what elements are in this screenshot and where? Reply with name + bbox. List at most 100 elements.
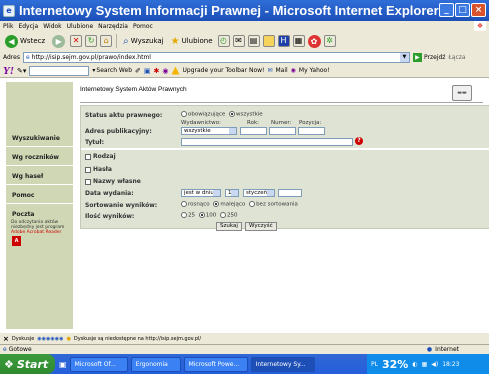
date-month-select[interactable]: styczeń: [243, 189, 275, 197]
menu-widok[interactable]: Widok: [43, 23, 61, 30]
title-label: Tytuł:: [85, 139, 105, 146]
yahoo-mail-button[interactable]: Mail: [275, 67, 287, 74]
yahoo-search-web-button[interactable]: ▾ Search Web: [92, 67, 132, 74]
date-year-input[interactable]: [278, 189, 302, 197]
menu-narzedzia[interactable]: Narzędzia: [98, 23, 128, 30]
stop-icon[interactable]: ✕: [70, 35, 83, 47]
task-ergonomia[interactable]: Ergonomia: [130, 356, 181, 372]
sidebar-item-wyszukiwanie[interactable]: Wyszukiwanie: [6, 129, 73, 147]
start-button[interactable]: ❖ Start: [0, 354, 55, 374]
publisher-select[interactable]: wszystkie: [181, 127, 237, 135]
date-mode-select[interactable]: jest w dniu: [181, 189, 221, 197]
forward-button[interactable]: ▶: [50, 33, 67, 49]
refresh-icon[interactable]: ↻: [85, 35, 98, 47]
menu-ulubione[interactable]: Ulubione: [67, 23, 94, 30]
title-input[interactable]: [181, 138, 353, 146]
sort-option-label: bez sortowania: [256, 201, 298, 208]
links-label[interactable]: Łącza: [448, 54, 465, 61]
close-icon[interactable]: ×: [3, 335, 9, 343]
sort-radio-malejaco[interactable]: [213, 201, 220, 207]
acrobat-link[interactable]: Adobe Acrobat Reader: [11, 230, 61, 235]
back-arrow-icon: ◀: [5, 34, 18, 48]
maximize-button[interactable]: □: [455, 3, 470, 17]
status-radio-obowiazujace[interactable]: [181, 111, 187, 117]
home-icon[interactable]: ⌂: [100, 35, 113, 47]
discussion-label[interactable]: Dyskusje: [12, 336, 34, 342]
volume-icon[interactable]: ◀): [431, 361, 438, 368]
count-radio-250[interactable]: [220, 212, 226, 218]
menu-edycja[interactable]: Edycja: [18, 23, 38, 30]
sidebar-item-wg-hasel[interactable]: Wg haseł: [6, 167, 73, 185]
yahoo-search-input[interactable]: [29, 65, 90, 76]
print-icon[interactable]: ▤: [247, 35, 260, 47]
network-icon[interactable]: ▦: [422, 361, 428, 368]
menu-pomoc[interactable]: Pomoc: [133, 23, 153, 30]
discussion-bar: × Dyskusje ◉◉◉◉◉◉ ● Dyskusje są niedostę…: [0, 333, 489, 344]
tools-icon[interactable]: ✲: [323, 35, 336, 47]
count-radio-25[interactable]: [181, 212, 187, 218]
menu-plik[interactable]: Plik: [3, 23, 13, 30]
status-label: Status aktu prawnego:: [85, 112, 163, 119]
task-internetowy-system[interactable]: Internetowy Sy...: [250, 356, 315, 372]
task-microsoft-office[interactable]: Microsoft Of...: [69, 356, 128, 372]
yahoo-asterisk-icon[interactable]: ✱: [154, 67, 160, 75]
sort-radio-bez[interactable]: [249, 201, 256, 207]
pencil-icon[interactable]: ✎▾: [17, 67, 26, 75]
battery-icon[interactable]: ◐: [412, 361, 417, 368]
highlight-icon[interactable]: ✐: [135, 67, 141, 75]
upgrade-link[interactable]: Upgrade your Toolbar Now!: [183, 67, 265, 74]
discussion-tools-icon[interactable]: ◉◉◉◉◉◉: [37, 336, 63, 342]
date-day-select[interactable]: 1: [225, 189, 239, 197]
title-bar: e Internetowy System Informacji Prawnej …: [0, 0, 489, 21]
position-input[interactable]: [298, 127, 325, 135]
number-input[interactable]: [269, 127, 296, 135]
acrobat-note-text: Do odczytania aktów niezbędny jest progr…: [11, 220, 65, 230]
search-button[interactable]: ⌕ Wyszukaj: [121, 33, 165, 49]
yahoo-logo[interactable]: Y!: [3, 65, 14, 77]
year-input[interactable]: [240, 127, 267, 135]
sidebar-item-wg-rocznikow[interactable]: Wg roczników: [6, 148, 73, 166]
clear-button[interactable]: Wyczyść: [245, 222, 277, 231]
hasla-checkbox[interactable]: [85, 166, 91, 173]
status-option-label: wszystkie: [236, 111, 263, 118]
search-web-label: Search Web: [96, 67, 133, 74]
url-input[interactable]: e http://isip.sejm.gov.pl/prawo/index.ht…: [22, 52, 410, 63]
acrobat-note: Do odczytania aktów niezbędny jest progr…: [11, 220, 71, 235]
language-icon[interactable]: PL: [371, 361, 378, 368]
pdf-icon[interactable]: A: [12, 236, 21, 246]
history-icon[interactable]: ◴: [217, 35, 230, 47]
skype-icon[interactable]: ✿: [307, 34, 321, 48]
go-button[interactable]: ▶ Przejdź: [412, 53, 446, 62]
help-icon[interactable]: ?: [355, 137, 363, 145]
my-yahoo-button[interactable]: My Yahoo!: [299, 67, 330, 74]
mail-icon[interactable]: ✉: [232, 35, 245, 47]
rodzaj-checkbox[interactable]: [85, 153, 91, 160]
address-label: Adres: [3, 54, 20, 61]
chevron-down-icon[interactable]: ▼: [399, 53, 409, 62]
go-label: Przejdź: [423, 54, 446, 61]
page-icon: e: [25, 54, 30, 61]
folder-icon[interactable]: [262, 35, 275, 47]
search-submit-button[interactable]: Szukaj: [216, 222, 242, 231]
favorites-button[interactable]: ★ Ulubione: [169, 33, 215, 49]
minimize-button[interactable]: _: [439, 3, 454, 17]
popup-blocker-icon[interactable]: ▣: [144, 67, 151, 75]
nazwy-checkbox[interactable]: [85, 178, 91, 185]
messenger-icon[interactable]: H: [277, 35, 290, 47]
globe-icon: ●: [426, 346, 433, 353]
status-radio-wszystkie[interactable]: [229, 111, 236, 117]
sidebar-item-pomoc[interactable]: Pomoc: [6, 186, 73, 204]
ie-icon: e: [3, 4, 15, 17]
yahoo-answers-icon[interactable]: ◉: [162, 67, 168, 75]
my-yahoo-icon: ◉: [290, 67, 296, 74]
research-icon[interactable]: ▦: [292, 35, 305, 47]
close-button[interactable]: ×: [471, 3, 486, 17]
checkbox-rodzaj-row: Rodzaj: [85, 153, 116, 160]
back-button[interactable]: ◀ Wstecz: [3, 33, 47, 49]
sort-radio-rosnaco[interactable]: [181, 201, 187, 207]
task-microsoft-powerpoint[interactable]: Microsoft Powe...: [183, 356, 248, 372]
count-radio-100[interactable]: [198, 212, 205, 218]
windows-logo-icon: ❖: [474, 21, 486, 31]
year-label: Rok:: [247, 120, 259, 126]
quicklaunch-icon[interactable]: ▣: [59, 360, 67, 369]
